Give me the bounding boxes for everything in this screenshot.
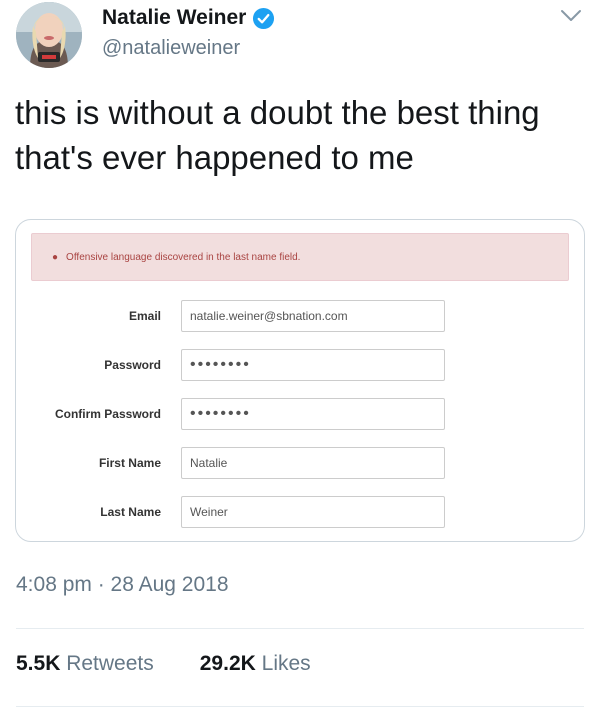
handle[interactable]: @natalieweiner: [102, 37, 240, 60]
error-alert: ● Offensive language discovered in the l…: [31, 233, 569, 281]
retweets-label: Retweets: [66, 652, 154, 675]
likes-count: 29.2K: [199, 652, 256, 675]
divider: [16, 628, 584, 629]
tweet: Natalie Weiner @natalieweiner this is wi…: [0, 0, 600, 717]
retweets-stat[interactable]: 5.5K Retweets: [16, 652, 154, 676]
display-name-text: Natalie Weiner: [102, 6, 247, 29]
retweets-count: 5.5K: [16, 652, 61, 675]
display-name[interactable]: Natalie Weiner: [102, 6, 275, 30]
avatar[interactable]: [16, 2, 82, 68]
tweet-text: this is without a doubt the best thing t…: [15, 90, 590, 180]
last-name-field[interactable]: [181, 496, 445, 528]
last-name-label: Last Name: [100, 505, 161, 519]
confirm-password-row: Confirm Password: [16, 398, 584, 430]
password-label: Password: [104, 358, 161, 372]
verified-badge-icon: [252, 7, 275, 30]
bullet-icon: ●: [52, 251, 59, 263]
email-row: Email: [16, 300, 584, 332]
likes-label: Likes: [261, 652, 311, 675]
first-name-row: First Name: [16, 447, 584, 479]
first-name-label: First Name: [98, 456, 161, 470]
last-name-row: Last Name: [16, 496, 584, 528]
timestamp[interactable]: 4:08 pm · 28 Aug 2018: [16, 573, 229, 597]
alert-message: Offensive language discovered in the las…: [66, 251, 301, 263]
chevron-down-icon[interactable]: [558, 6, 584, 26]
confirm-password-field[interactable]: [181, 398, 445, 430]
engagement-stats: 5.5K Retweets 29.2K Likes: [16, 652, 311, 676]
email-field[interactable]: [181, 300, 445, 332]
likes-stat[interactable]: 29.2K Likes: [200, 652, 311, 676]
confirm-password-label: Confirm Password: [54, 407, 161, 421]
divider: [16, 706, 584, 707]
password-row: Password: [16, 349, 584, 381]
tweet-text-line: this is without a doubt the best thing: [15, 94, 540, 131]
first-name-field[interactable]: [181, 447, 445, 479]
tweet-text-line: that's ever happened to me: [15, 139, 414, 176]
media-image[interactable]: ● Offensive language discovered in the l…: [15, 219, 585, 542]
avatar-photo: [16, 2, 82, 68]
email-label: Email: [128, 309, 161, 323]
password-field[interactable]: [181, 349, 445, 381]
